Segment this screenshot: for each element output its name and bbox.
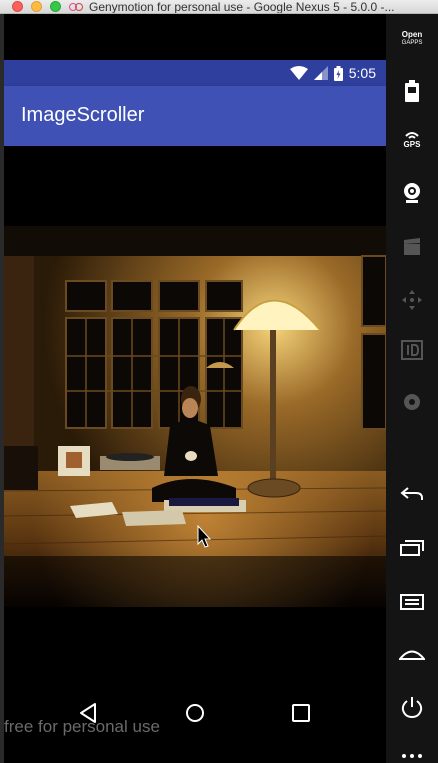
opengapps-icon: Open GAPPS <box>402 30 423 48</box>
back-arrow-icon <box>400 487 423 500</box>
power-button[interactable] <box>386 696 438 718</box>
emulator-toolbar: Open GAPPS GPS <box>386 14 438 763</box>
opengapps-button[interactable]: Open GAPPS <box>386 30 438 48</box>
app-title: ImageScroller <box>21 104 145 126</box>
battery-button[interactable] <box>386 80 438 102</box>
maximize-window-button[interactable] <box>50 0 61 12</box>
opengapps-label-1: Open <box>401 30 423 39</box>
device-id-button[interactable] <box>386 340 438 360</box>
opengapps-label-2: GAPPS <box>401 40 423 46</box>
cell-signal-icon <box>313 66 328 80</box>
recents-icon[interactable] <box>291 702 311 724</box>
dpad-icon <box>402 290 422 310</box>
home-icon[interactable] <box>185 702 205 724</box>
window-title-bar: Genymotion for personal use - Google Nex… <box>0 0 438 14</box>
wifi-icon <box>289 66 308 80</box>
minimize-window-button[interactable] <box>31 0 42 12</box>
photo-image[interactable] <box>4 226 386 607</box>
battery-icon <box>405 80 419 102</box>
more-icon <box>402 754 422 758</box>
webcam-button[interactable] <box>386 182 438 204</box>
gps-button[interactable]: GPS <box>386 130 438 149</box>
status-time: 5:05 <box>348 65 376 81</box>
window-controls <box>12 0 61 12</box>
clapperboard-icon <box>404 238 420 255</box>
app-toolbar: ImageScroller <box>4 86 386 146</box>
webcam-icon <box>404 183 420 203</box>
power-icon <box>401 697 423 718</box>
more-options-button[interactable] <box>386 754 438 758</box>
recent-apps-button[interactable] <box>386 540 438 556</box>
android-status-bar: 5:05 <box>4 60 386 86</box>
menu-button[interactable] <box>386 594 438 610</box>
menu-icon <box>400 594 424 610</box>
battery-icon <box>333 65 343 81</box>
phone-screen: 5:05 ImageScroller free for personal use <box>4 14 386 763</box>
gps-wifi-icon <box>405 132 419 139</box>
close-window-button[interactable] <box>12 0 23 12</box>
home-icon <box>399 650 425 660</box>
back-button[interactable] <box>386 486 438 502</box>
window-title: Genymotion for personal use - Google Nex… <box>89 0 395 14</box>
home-button[interactable] <box>386 646 438 662</box>
disk-io-button[interactable] <box>386 392 438 412</box>
screencast-button[interactable] <box>386 238 438 256</box>
id-icon <box>401 340 423 360</box>
watermark-text: free for personal use <box>4 717 160 736</box>
dpad-button[interactable] <box>386 290 438 310</box>
recent-apps-icon <box>400 540 424 556</box>
genymotion-icon <box>69 2 85 12</box>
gps-label: GPS <box>403 140 421 149</box>
gear-icon <box>404 394 420 410</box>
